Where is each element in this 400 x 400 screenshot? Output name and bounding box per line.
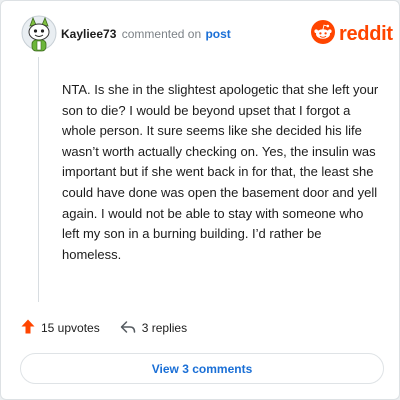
commented-on-text: commented on <box>121 27 202 41</box>
upvotes-count: 15 upvotes <box>41 321 100 335</box>
reddit-alien-icon <box>311 19 335 49</box>
replies-button[interactable]: 3 replies <box>120 320 187 337</box>
reddit-logo: reddit <box>311 19 393 49</box>
post-link[interactable]: post <box>205 27 230 41</box>
reddit-wordmark: reddit <box>339 23 393 45</box>
comment-card: Kayliee73 commented on post reddit NTA. … <box>0 0 400 400</box>
replies-count: 3 replies <box>141 321 188 335</box>
username[interactable]: Kayliee73 <box>61 27 116 41</box>
reply-arrow-icon <box>120 320 136 337</box>
user-avatar[interactable] <box>21 14 57 54</box>
thread-line <box>38 57 39 302</box>
view-comments-button[interactable]: View 3 comments <box>20 353 384 384</box>
comment-body: NTA. Is she in the slightest apologetic … <box>62 82 379 262</box>
upvote-button[interactable]: 15 upvotes <box>21 319 100 337</box>
comment-actions: 15 upvotes 3 replies <box>21 318 187 338</box>
comment-header: Kayliee73 commented on post <box>61 27 231 41</box>
upvote-arrow-icon <box>21 319 35 337</box>
